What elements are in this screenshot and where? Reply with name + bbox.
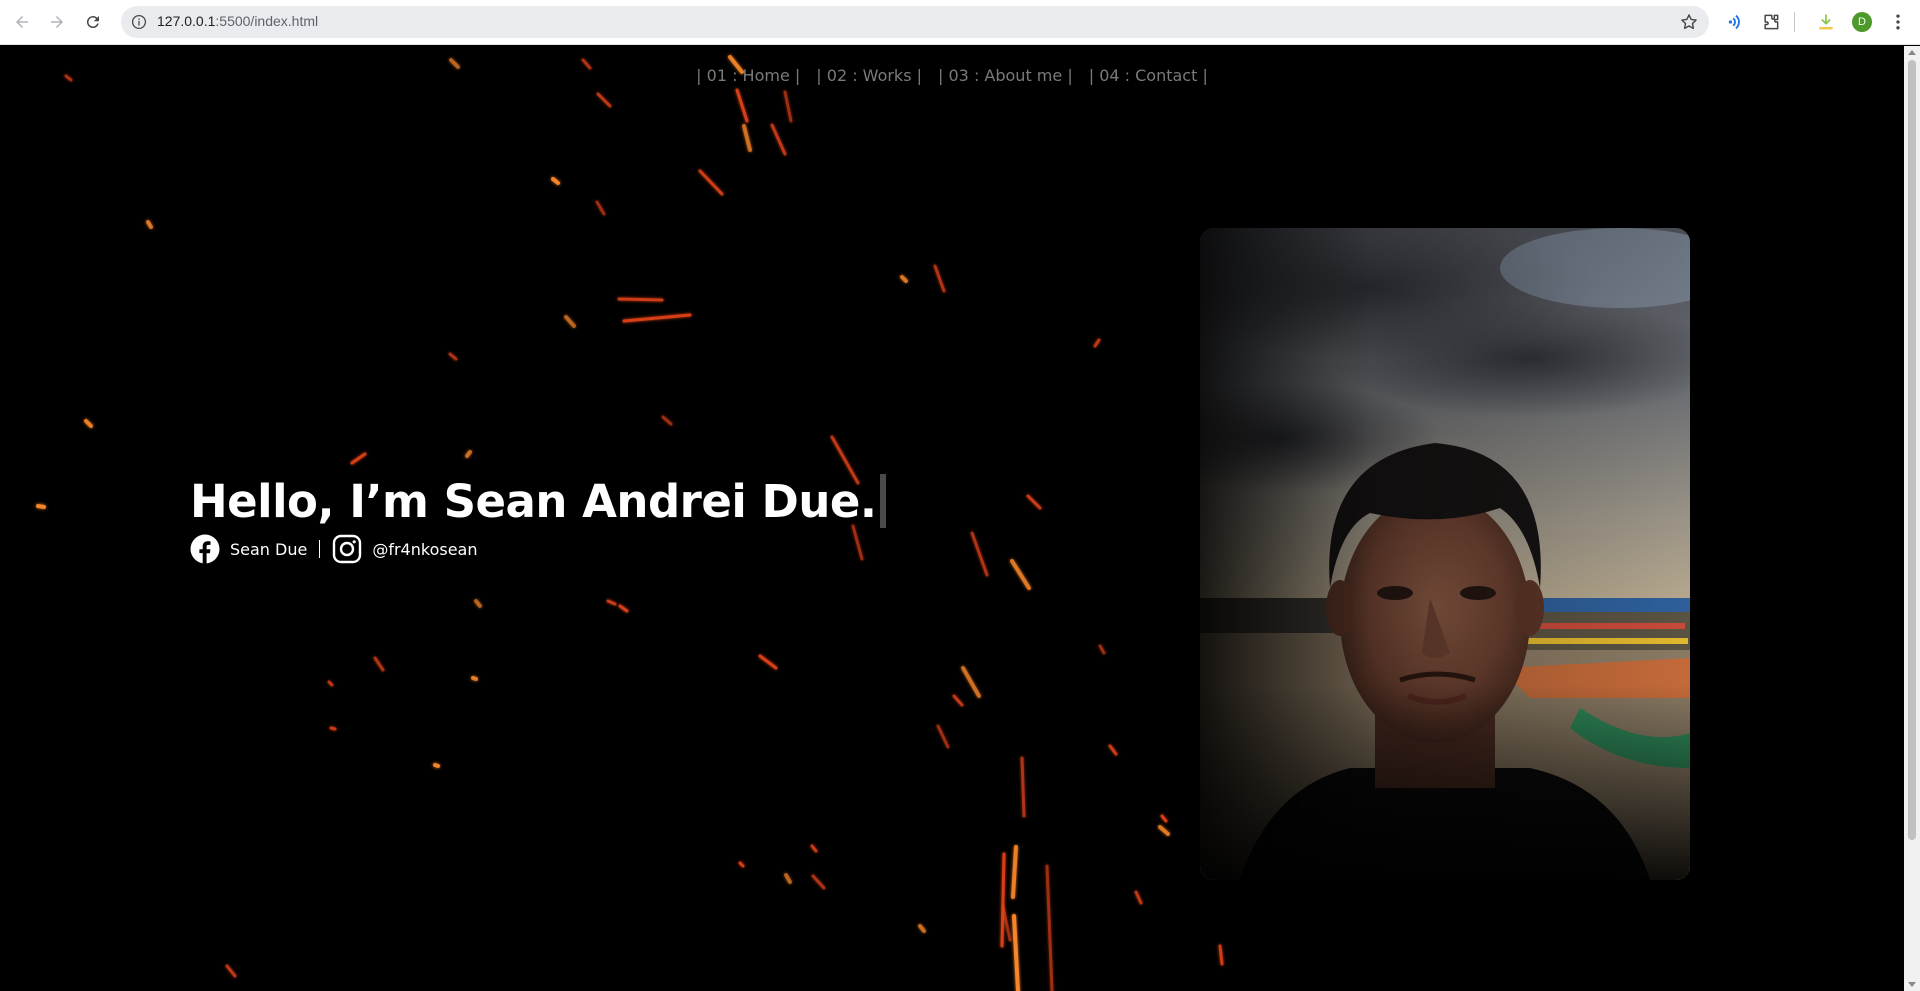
ember-spark (918, 924, 926, 933)
url-host: 127.0.0.1 (157, 13, 216, 29)
url-text[interactable]: 127.0.0.1:5500/index.html (157, 13, 318, 29)
ember-spark (606, 599, 617, 606)
ember-spark (1093, 338, 1101, 348)
social-links: Sean Due @fr4nkosean (190, 533, 477, 565)
url-path: :5500/index.html (215, 13, 319, 29)
ember-spark (1160, 814, 1168, 823)
ember-spark (618, 604, 629, 613)
ember-spark (327, 680, 334, 687)
ember-spark (622, 313, 692, 323)
site-info-icon[interactable] (129, 12, 149, 32)
facebook-link[interactable]: Sean Due (230, 540, 307, 559)
ember-spark (146, 220, 153, 229)
media-cast-icon[interactable] (1724, 11, 1746, 33)
ember-spark (1108, 744, 1118, 756)
ember-spark (1010, 559, 1031, 590)
ember-spark (1020, 756, 1026, 818)
ember-spark (758, 654, 778, 670)
address-bar[interactable]: 127.0.0.1:5500/index.html (121, 6, 1709, 38)
ember-spark (811, 874, 826, 890)
typing-caret (880, 474, 887, 528)
ember-spark (474, 599, 482, 608)
ember-spark (596, 92, 612, 108)
scroll-up-arrow[interactable] (1908, 50, 1916, 55)
ember-spark (465, 450, 472, 458)
hero-title: Hello, I’m Sean Andrei Due. (190, 474, 887, 528)
nav-about-me[interactable]: | 03 : About me | (938, 66, 1073, 85)
scroll-thumb[interactable] (1908, 60, 1916, 840)
ember-spark (783, 90, 793, 123)
hero-title-text: Hello, I’m Sean Andrei Due. (190, 474, 877, 528)
ember-spark (84, 419, 93, 428)
ember-spark (933, 264, 946, 293)
ember-spark (738, 861, 745, 868)
nav-home[interactable]: | 01 : Home | (696, 66, 800, 85)
ember-spark (1158, 825, 1170, 836)
ember-spark (1001, 904, 1012, 942)
ember-spark (851, 524, 864, 561)
bookmark-star-icon[interactable] (1679, 12, 1699, 32)
reload-icon[interactable] (81, 10, 105, 34)
ember-spark (1218, 944, 1224, 966)
ember-spark (373, 656, 385, 672)
extensions-puzzle-icon[interactable] (1760, 11, 1782, 33)
ember-spark (1011, 845, 1018, 899)
ember-spark (900, 275, 908, 283)
nav-contact[interactable]: | 04 : Contact | (1089, 66, 1208, 85)
ember-spark (433, 763, 440, 768)
instagram-icon[interactable] (332, 534, 362, 564)
ember-spark (810, 844, 818, 853)
ember-spark (329, 726, 337, 731)
ember-spark (1045, 864, 1054, 991)
nav-works[interactable]: | 02 : Works | (816, 66, 922, 85)
ember-spark (661, 415, 673, 426)
ember-spark (1098, 644, 1106, 655)
ember-spark (698, 169, 724, 196)
ember-spark (617, 297, 664, 302)
ember-spark (784, 873, 792, 884)
ember-spark (595, 200, 606, 216)
ember-spark (36, 504, 46, 509)
ember-spark (350, 452, 367, 465)
download-icon[interactable] (1815, 11, 1837, 33)
ember-spark (970, 531, 989, 577)
ember-spark (1012, 914, 1020, 991)
toolbar-divider (1794, 12, 1795, 32)
browser-toolbar: 127.0.0.1:5500/index.html D (0, 0, 1920, 45)
facebook-icon[interactable] (190, 534, 220, 564)
ember-spark (551, 177, 560, 185)
ember-spark (1026, 494, 1042, 510)
ember-spark (225, 964, 237, 978)
ember-spark (1000, 852, 1006, 948)
ember-spark (742, 124, 752, 152)
ember-spark (471, 676, 478, 681)
instagram-link[interactable]: @fr4nkosean (372, 540, 477, 559)
ember-spark (448, 352, 458, 361)
scroll-down-arrow[interactable] (1908, 982, 1916, 987)
ember-spark (770, 123, 787, 156)
profile-avatar[interactable]: D (1852, 12, 1872, 32)
portrait-photo (1200, 228, 1690, 880)
forward-arrow-icon[interactable] (45, 10, 69, 34)
kebab-menu-icon[interactable] (1887, 11, 1909, 33)
ember-spark (735, 88, 749, 123)
social-divider (319, 540, 321, 558)
back-arrow-icon[interactable] (10, 10, 34, 34)
page-viewport: | 01 : Home | | 02 : Works | | 03 : Abou… (0, 46, 1904, 991)
page-scrollbar[interactable] (1904, 46, 1920, 991)
ember-spark (936, 724, 950, 749)
ember-spark (952, 694, 964, 707)
main-nav: | 01 : Home | | 02 : Works | | 03 : Abou… (0, 66, 1904, 85)
ember-spark (564, 315, 576, 328)
ember-spark (961, 666, 981, 698)
ember-spark (1134, 890, 1143, 905)
